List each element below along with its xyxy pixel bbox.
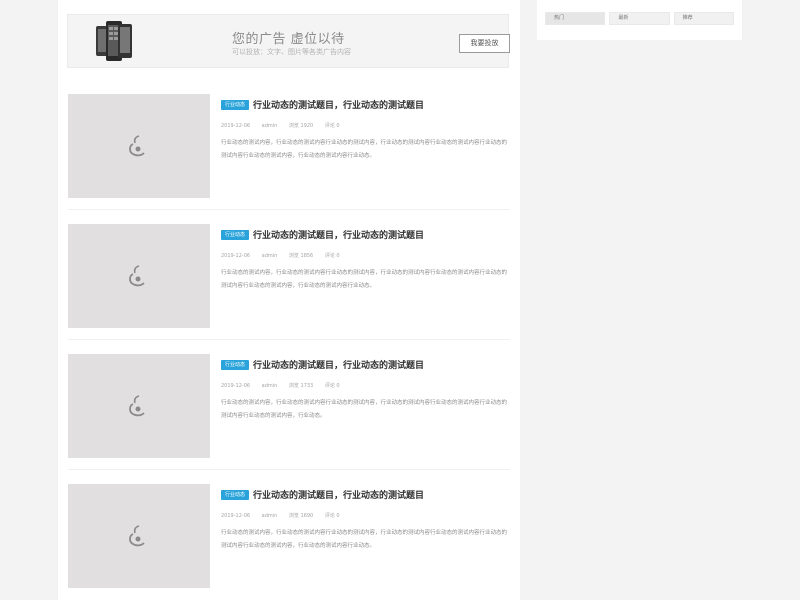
- post-divider: [68, 209, 510, 210]
- post-excerpt: 行业动态的测试内容，行业动态的测试内容行业动态的测试内容，行业动态的测试内容行业…: [221, 400, 508, 419]
- post-views: 浏览 1733: [288, 383, 314, 389]
- ad-title: 您的广告 虚位以待: [232, 32, 345, 47]
- post-author[interactable]: admin: [262, 123, 278, 129]
- post-title[interactable]: 行业动态的测试题目，行业动态的测试题目: [253, 228, 424, 241]
- phones-icon: [96, 21, 132, 61]
- post-excerpt: 行业动态的测试内容，行业动态的测试内容行业动态的测试内容，行业动态的测试内容行业…: [221, 530, 508, 549]
- sidebar-widget: 热门 最新 推荐: [537, 0, 742, 40]
- post-thumbnail[interactable]: [68, 224, 210, 328]
- post-comments: 评论 0: [324, 253, 340, 259]
- post-excerpt: 行业动态的测试内容，行业动态的测试内容行业动态的测试内容，行业动态的测试内容行业…: [221, 140, 508, 159]
- post-date: 2019-12-06: [221, 123, 251, 129]
- post-item: 行业动态 行业动态的测试题目，行业动态的测试题目 2019-12-06 admin…: [68, 354, 510, 484]
- category-badge[interactable]: 行业动态: [221, 359, 250, 370]
- post-item: 行业动态 行业动态的测试题目，行业动态的测试题目 2019-12-06 admin…: [68, 484, 510, 600]
- post-comments: 评论 0: [324, 513, 340, 519]
- post-comments: 评论 0: [324, 123, 340, 129]
- category-badge[interactable]: 行业动态: [221, 229, 250, 240]
- post-date: 2019-12-06: [221, 253, 251, 259]
- post-body: 行业动态 行业动态的测试题目，行业动态的测试题目 2019-12-06 admin…: [221, 224, 511, 293]
- placeholder-logo-icon: [129, 525, 145, 547]
- category-badge[interactable]: 行业动态: [221, 99, 250, 110]
- post-date: 2019-12-06: [221, 383, 251, 389]
- post-title[interactable]: 行业动态的测试题目，行业动态的测试题目: [253, 358, 424, 371]
- post-meta: 2019-12-06 admin 浏览 1920 评论 0: [221, 122, 511, 129]
- post-excerpt: 行业动态的测试内容，行业动态的测试内容行业动态的测试内容，行业动态的测试内容行业…: [221, 270, 508, 289]
- post-comments: 评论 0: [324, 383, 340, 389]
- post-views: 浏览 1690: [288, 513, 314, 519]
- placeholder-logo-icon: [129, 395, 145, 417]
- category-badge[interactable]: 行业动态: [221, 489, 250, 500]
- post-meta: 2019-12-06 admin 浏览 1733 评论 0: [221, 382, 511, 389]
- post-meta: 2019-12-06 admin 浏览 1690 评论 0: [221, 512, 511, 519]
- post-meta: 2019-12-06 admin 浏览 1856 评论 0: [221, 252, 511, 259]
- placeholder-logo-icon: [129, 135, 145, 157]
- post-date: 2019-12-06: [221, 513, 251, 519]
- post-body: 行业动态 行业动态的测试题目，行业动态的测试题目 2019-12-06 admin…: [221, 94, 511, 163]
- post-views: 浏览 1920: [288, 123, 314, 129]
- post-title[interactable]: 行业动态的测试题目，行业动态的测试题目: [253, 488, 424, 501]
- ad-subtitle: 可以投放：文字、图片等各类广告内容: [232, 48, 351, 56]
- post-author[interactable]: admin: [262, 513, 278, 519]
- sidebar-tab-hot[interactable]: 热门: [545, 12, 606, 25]
- post-body: 行业动态 行业动态的测试题目，行业动态的测试题目 2019-12-06 admin…: [221, 484, 511, 553]
- sidebar-tabs: 热门 最新 推荐: [537, 0, 742, 25]
- post-thumbnail[interactable]: [68, 484, 210, 588]
- post-author[interactable]: admin: [262, 253, 278, 259]
- post-thumbnail[interactable]: [68, 354, 210, 458]
- post-thumbnail[interactable]: [68, 94, 210, 198]
- post-item: 行业动态 行业动态的测试题目，行业动态的测试题目 2019-12-06 admin…: [68, 94, 510, 224]
- post-author[interactable]: admin: [262, 383, 278, 389]
- ad-banner[interactable]: 您的广告 虚位以待 可以投放：文字、图片等各类广告内容 我要投放: [67, 14, 510, 68]
- sidebar-tab-latest[interactable]: 最新: [609, 12, 670, 25]
- sidebar-tab-recommended[interactable]: 推荐: [673, 12, 734, 25]
- placeholder-logo-icon: [129, 265, 145, 287]
- post-item: 行业动态 行业动态的测试题目，行业动态的测试题目 2019-12-06 admin…: [68, 224, 510, 354]
- ad-contact-button[interactable]: 我要投放: [459, 34, 510, 53]
- main-content-column: 您的广告 虚位以待 可以投放：文字、图片等各类广告内容 我要投放 行业动态 行业动…: [58, 0, 520, 600]
- post-divider: [68, 339, 510, 340]
- post-title[interactable]: 行业动态的测试题目，行业动态的测试题目: [253, 98, 424, 111]
- post-views: 浏览 1856: [288, 253, 314, 259]
- post-body: 行业动态 行业动态的测试题目，行业动态的测试题目 2019-12-06 admin…: [221, 354, 511, 423]
- post-divider: [68, 469, 510, 470]
